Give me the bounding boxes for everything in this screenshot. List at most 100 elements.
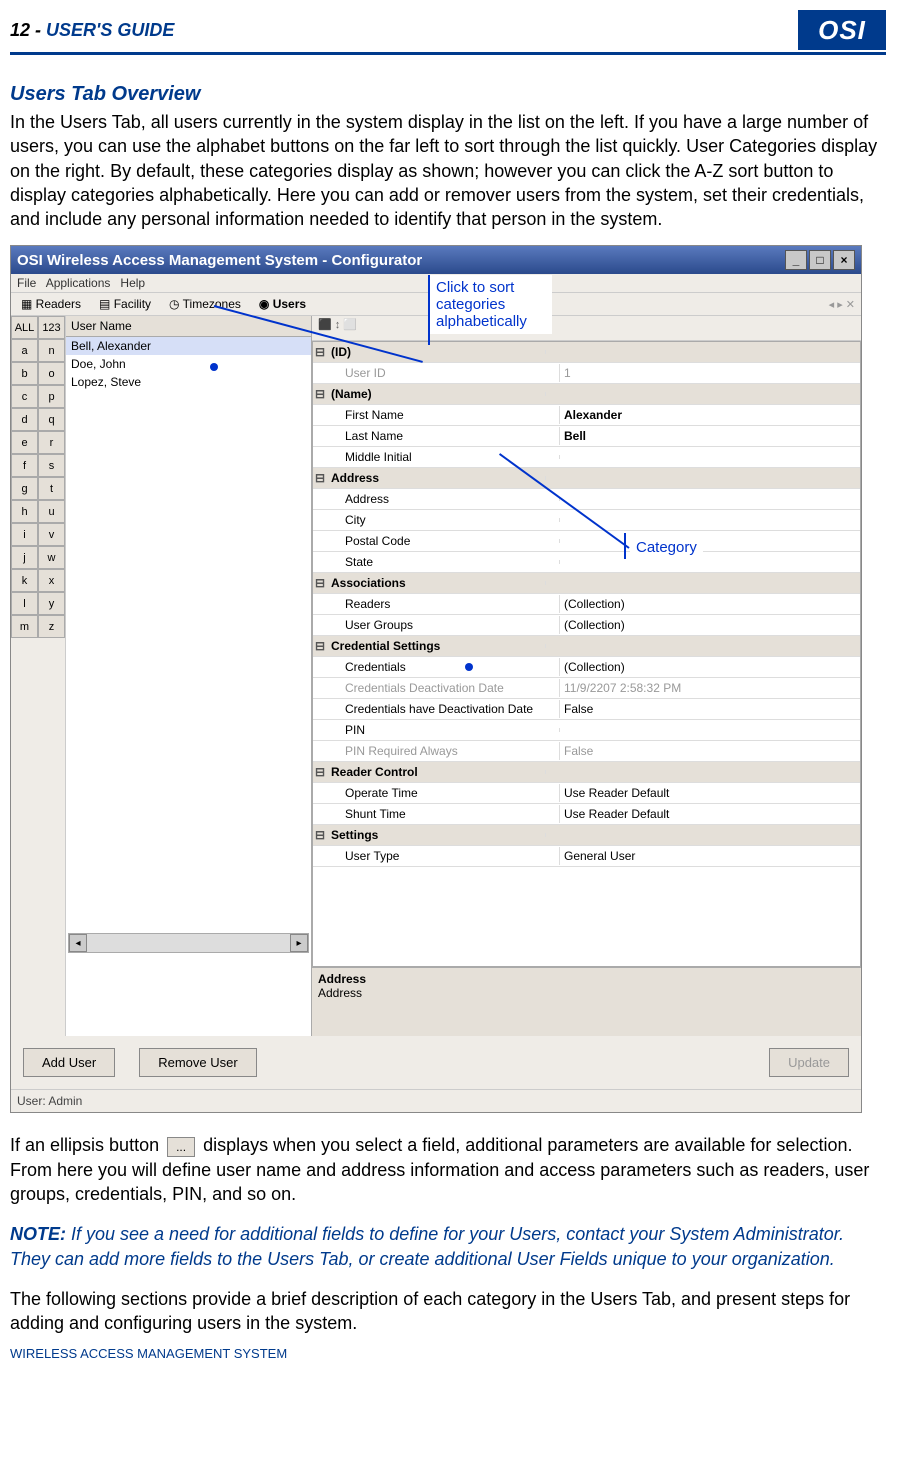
category-settings: Settings — [327, 826, 545, 844]
az-h[interactable]: h — [11, 500, 38, 523]
prop-optime-value[interactable]: Use Reader Default — [559, 784, 860, 802]
panel-controls[interactable]: ◂ ▸ ✕ — [829, 298, 855, 311]
prop-shunt-label: Shunt Time — [327, 805, 559, 823]
az-i[interactable]: i — [11, 523, 38, 546]
az-123[interactable]: 123 — [38, 316, 65, 339]
expand-icon[interactable]: ⊟ — [313, 471, 327, 485]
az-n[interactable]: n — [38, 339, 65, 362]
az-m[interactable]: m — [11, 615, 38, 638]
update-button[interactable]: Update — [769, 1048, 849, 1077]
category-credentials: Credential Settings — [327, 637, 545, 655]
az-k[interactable]: k — [11, 569, 38, 592]
scroll-left-icon[interactable]: ◂ — [69, 934, 87, 952]
prop-pinreq-label: PIN Required Always — [327, 742, 559, 760]
close-button[interactable]: × — [833, 250, 855, 270]
az-f[interactable]: f — [11, 454, 38, 477]
expand-icon[interactable]: ⊟ — [313, 387, 327, 401]
az-t[interactable]: t — [38, 477, 65, 500]
az-q[interactable]: q — [38, 408, 65, 431]
prop-lname-label: Last Name — [327, 427, 559, 445]
titlebar: OSI Wireless Access Management System - … — [11, 246, 861, 274]
az-w[interactable]: w — [38, 546, 65, 569]
guide-name: USER'S GUIDE — [46, 20, 174, 40]
minimize-button[interactable]: _ — [785, 250, 807, 270]
az-s[interactable]: s — [38, 454, 65, 477]
scroll-right-icon[interactable]: ▸ — [290, 934, 308, 952]
property-grid: ⊟(ID) User ID1 ⊟(Name) First NameAlexand… — [312, 341, 861, 967]
add-user-button[interactable]: Add User — [23, 1048, 115, 1077]
menu-help[interactable]: Help — [120, 276, 145, 290]
az-v[interactable]: v — [38, 523, 65, 546]
prop-deact-value[interactable]: 11/9/2207 2:58:32 PM — [559, 679, 860, 697]
ellipsis-paragraph: If an ellipsis button ... displays when … — [10, 1133, 886, 1206]
prop-state-label: State — [327, 553, 559, 571]
user-row-selected[interactable]: Bell, Alexander — [66, 337, 311, 355]
expand-icon[interactable]: ⊟ — [313, 345, 327, 359]
expand-icon[interactable]: ⊟ — [313, 576, 327, 590]
prop-fname-value[interactable]: Alexander — [559, 406, 860, 424]
desc-subtitle: Address — [318, 986, 855, 1000]
az-all[interactable]: ALL — [11, 316, 38, 339]
note-block: NOTE: If you see a need for additional f… — [10, 1222, 886, 1271]
annotation-category: Category — [630, 535, 703, 560]
az-o[interactable]: o — [38, 362, 65, 385]
tab-facility[interactable]: ▤ Facility — [95, 296, 155, 312]
prop-address-value[interactable] — [559, 497, 860, 501]
prop-address-label: Address — [327, 490, 559, 508]
prop-userid-label: User ID — [327, 364, 559, 382]
prop-mi-value[interactable] — [559, 455, 860, 459]
footer: WIRELESS ACCESS MANAGEMENT SYSTEM — [10, 1346, 886, 1361]
az-c[interactable]: c — [11, 385, 38, 408]
az-g[interactable]: g — [11, 477, 38, 500]
prop-userid-value[interactable]: 1 — [559, 364, 860, 382]
expand-icon[interactable]: ⊟ — [313, 828, 327, 842]
menu-applications[interactable]: Applications — [46, 276, 111, 290]
horizontal-scrollbar[interactable]: ◂ ▸ — [68, 933, 309, 953]
prop-utype-label: User Type — [327, 847, 559, 865]
user-list-header[interactable]: User Name — [66, 316, 311, 337]
prop-utype-value[interactable]: General User — [559, 847, 860, 865]
screenshot-figure: Click to sort categories alphabetically … — [10, 245, 886, 1113]
menu-file[interactable]: File — [17, 276, 36, 290]
tab-readers[interactable]: ▦ Readers — [17, 296, 85, 312]
az-z[interactable]: z — [38, 615, 65, 638]
az-d[interactable]: d — [11, 408, 38, 431]
prop-pin-label: PIN — [327, 721, 559, 739]
prop-creds-value[interactable]: (Collection) — [559, 658, 860, 676]
az-u[interactable]: u — [38, 500, 65, 523]
az-j[interactable]: j — [11, 546, 38, 569]
prop-city-value[interactable] — [559, 518, 860, 522]
expand-icon[interactable]: ⊟ — [313, 639, 327, 653]
bottom-bar: Add User Remove User Update — [11, 1036, 861, 1089]
prop-hasdeact-value[interactable]: False — [559, 700, 860, 718]
prop-creds-label: Credentials — [327, 658, 559, 676]
desc-title: Address — [318, 972, 855, 986]
expand-icon[interactable]: ⊟ — [313, 765, 327, 779]
az-l[interactable]: l — [11, 592, 38, 615]
prop-pinreq-value[interactable]: False — [559, 742, 860, 760]
az-y[interactable]: y — [38, 592, 65, 615]
prop-ugroups-label: User Groups — [327, 616, 559, 634]
note-label: NOTE: — [10, 1224, 66, 1244]
user-row[interactable]: Lopez, Steve — [66, 373, 311, 391]
az-e[interactable]: e — [11, 431, 38, 454]
az-r[interactable]: r — [38, 431, 65, 454]
property-toolbar[interactable]: ⬛ ↕ ⬜ — [312, 316, 861, 341]
maximize-button[interactable]: □ — [809, 250, 831, 270]
prop-ugroups-value[interactable]: (Collection) — [559, 616, 860, 634]
user-row[interactable]: Doe, John — [66, 355, 311, 373]
description-panel: Address Address — [312, 967, 861, 1036]
remove-user-button[interactable]: Remove User — [139, 1048, 256, 1077]
prop-pin-value[interactable] — [559, 728, 860, 732]
az-p[interactable]: p — [38, 385, 65, 408]
prop-pc-value[interactable] — [559, 539, 860, 543]
prop-state-value[interactable] — [559, 560, 860, 564]
az-a[interactable]: a — [11, 339, 38, 362]
prop-lname-value[interactable]: Bell — [559, 427, 860, 445]
az-b[interactable]: b — [11, 362, 38, 385]
az-x[interactable]: x — [38, 569, 65, 592]
tab-users[interactable]: ◉ Users — [255, 296, 310, 312]
ellipsis-button-icon: ... — [167, 1137, 195, 1157]
prop-shunt-value[interactable]: Use Reader Default — [559, 805, 860, 823]
prop-readers-value[interactable]: (Collection) — [559, 595, 860, 613]
